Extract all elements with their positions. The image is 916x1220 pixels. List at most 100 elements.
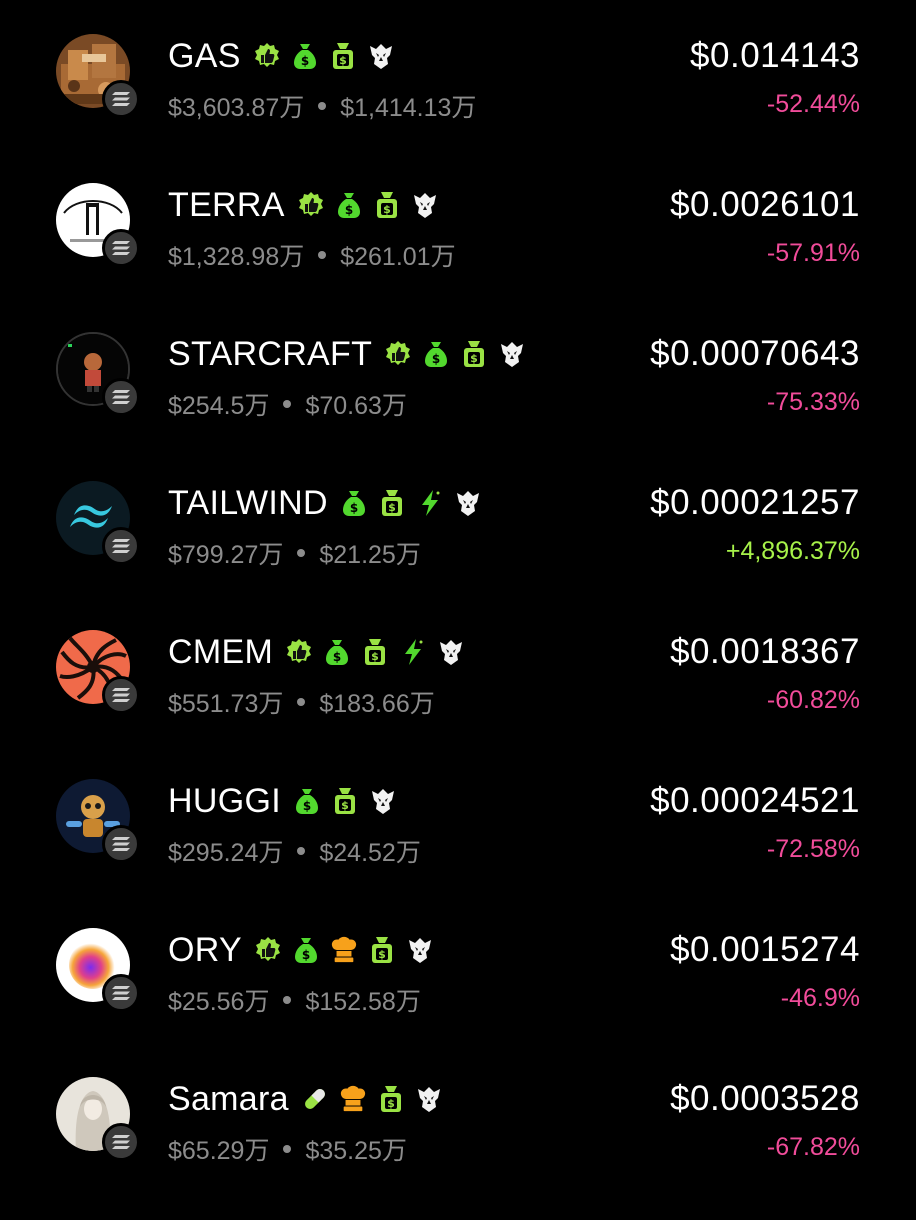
money-bag-alt-icon: $	[373, 190, 401, 220]
market-cap: $551.73万	[168, 690, 284, 718]
market-cap: $25.56万	[168, 988, 270, 1016]
token-avatar	[56, 332, 140, 416]
market-cap: $799.27万	[168, 541, 284, 569]
token-badges: $ $	[297, 190, 449, 220]
price-change: -72.58%	[766, 835, 860, 863]
volume: $152.58万	[305, 988, 421, 1016]
solana-icon	[102, 80, 140, 118]
svg-text:$: $	[302, 948, 310, 962]
separator-dot	[297, 698, 306, 706]
token-row-samara[interactable]: Samara $ $65.29万 $35.25万 $0.0003528 -67.…	[0, 1071, 916, 1220]
separator-dot	[297, 549, 306, 557]
money-bag-alt-icon: $	[368, 935, 396, 965]
market-cap: $295.24万	[168, 839, 284, 867]
lightning-icon	[399, 637, 427, 667]
volume: $261.01万	[340, 243, 456, 271]
token-row-terra[interactable]: TERRA $ $ $1,328.98万 $261.01万 $0.0026101…	[0, 177, 916, 326]
token-name: STARCRAFT	[168, 334, 373, 373]
price-change: -75.33%	[766, 388, 860, 416]
svg-text:$: $	[341, 799, 349, 812]
svg-text:$: $	[383, 203, 391, 216]
token-row-huggi[interactable]: HUGGI $ $ $295.24万 $24.52万 $0.00024521 -…	[0, 773, 916, 922]
token-name: TERRA	[168, 185, 285, 224]
solana-icon	[102, 974, 140, 1012]
chef-hat-icon	[339, 1084, 367, 1114]
svg-text:$: $	[333, 650, 341, 664]
token-name: ORY	[168, 930, 242, 969]
volume: $70.63万	[305, 392, 407, 420]
svg-text:$: $	[371, 650, 379, 663]
svg-text:$: $	[345, 203, 353, 217]
money-bag-alt-icon: $	[361, 637, 389, 667]
token-name: HUGGI	[168, 781, 281, 820]
token-row-tailwind[interactable]: TAILWIND $ $ $799.27万 $21.25万 $0.0002125…	[0, 475, 916, 624]
solana-icon	[102, 825, 140, 863]
eagle-icon	[411, 190, 439, 220]
price-change: -52.44%	[766, 90, 860, 118]
thumbs-up-badge-icon	[285, 637, 313, 667]
token-avatar	[56, 183, 140, 267]
svg-text:$: $	[350, 501, 358, 515]
volume: $24.52万	[319, 839, 421, 867]
volume: $35.25万	[305, 1137, 407, 1165]
token-badges: $	[301, 1084, 453, 1114]
svg-text:$: $	[301, 54, 309, 68]
token-badges: $ $	[285, 637, 475, 667]
money-bag-alt-icon: $	[377, 1084, 405, 1114]
token-badges: $ $	[253, 41, 405, 71]
token-price: $0.00024521	[650, 781, 860, 820]
token-name: Samara	[168, 1079, 289, 1118]
token-avatar	[56, 779, 140, 863]
money-bag-alt-icon: $	[329, 41, 357, 71]
svg-text:$: $	[470, 352, 478, 365]
token-row-gas[interactable]: GAS $ $ $3,603.87万 $1,414.13万 $0.014143 …	[0, 28, 916, 177]
token-badges: $ $	[293, 786, 407, 816]
svg-text:$: $	[303, 799, 311, 813]
solana-icon	[102, 1123, 140, 1161]
token-badges: $ $	[384, 339, 536, 369]
thumbs-up-badge-icon	[253, 41, 281, 71]
token-row-cmem[interactable]: CMEM $ $ $551.73万 $183.66万 $0.0018367 -6…	[0, 624, 916, 773]
token-price: $0.0015274	[670, 930, 860, 969]
token-badges: $ $	[254, 935, 444, 965]
eagle-icon	[406, 935, 434, 965]
eagle-icon	[367, 41, 395, 71]
separator-dot	[318, 251, 327, 259]
eagle-icon	[369, 786, 397, 816]
token-avatar	[56, 928, 140, 1012]
solana-icon	[102, 676, 140, 714]
money-bag-alt-icon: $	[331, 786, 359, 816]
market-cap: $1,328.98万	[168, 243, 305, 271]
market-cap: $65.29万	[168, 1137, 270, 1165]
token-avatar	[56, 630, 140, 714]
money-bag-alt-icon: $	[378, 488, 406, 518]
token-name: TAILWIND	[168, 483, 328, 522]
token-name: CMEM	[168, 632, 274, 671]
svg-text:$: $	[339, 54, 347, 67]
market-cap: $3,603.87万	[168, 94, 305, 122]
chef-hat-icon	[330, 935, 358, 965]
money-bag-icon: $	[291, 41, 319, 71]
money-bag-icon: $	[422, 339, 450, 369]
price-change: -46.9%	[780, 984, 860, 1012]
money-bag-icon: $	[335, 190, 363, 220]
lightning-icon	[416, 488, 444, 518]
eagle-icon	[437, 637, 465, 667]
volume: $1,414.13万	[340, 94, 477, 122]
token-price: $0.0003528	[670, 1079, 860, 1118]
token-row-ory[interactable]: ORY $ $ $25.56万 $152.58万 $0.0015274 -46.…	[0, 922, 916, 1071]
svg-text:$: $	[378, 948, 386, 961]
thumbs-up-badge-icon	[254, 935, 282, 965]
eagle-icon	[454, 488, 482, 518]
token-row-starcraft[interactable]: STARCRAFT $ $ $254.5万 $70.63万 $0.0007064…	[0, 326, 916, 475]
svg-text:$: $	[387, 1097, 395, 1110]
token-avatar	[56, 481, 140, 565]
token-price: $0.014143	[690, 36, 860, 75]
solana-icon	[102, 527, 140, 565]
svg-text:$: $	[388, 501, 396, 514]
separator-dot	[283, 996, 292, 1004]
price-change: +4,896.37%	[725, 537, 860, 565]
thumbs-up-badge-icon	[297, 190, 325, 220]
money-bag-icon: $	[292, 935, 320, 965]
token-avatar	[56, 1077, 140, 1161]
